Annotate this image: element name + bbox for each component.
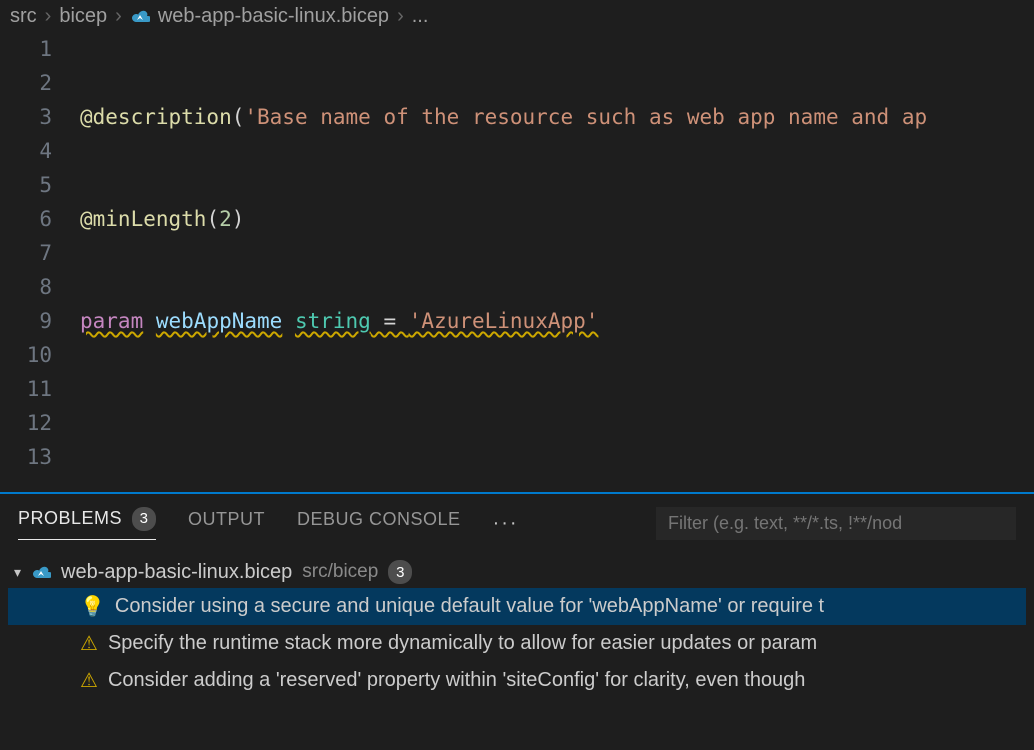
problem-message: Consider adding a 'reserved' property wi… (108, 669, 806, 692)
problem-item[interactable]: ⚠ Consider adding a 'reserved' property … (8, 662, 1026, 699)
problem-file-name: web-app-basic-linux.bicep (61, 561, 292, 584)
warning-icon: ⚠ (80, 631, 98, 656)
bicep-file-icon (31, 562, 51, 582)
tab-debug-console[interactable]: DEBUG CONSOLE (297, 509, 461, 538)
line-number-gutter: 1 2 3 4 5 6 7 8 9 10 11 12 13 (0, 32, 80, 492)
breadcrumb-tail[interactable]: ... (412, 5, 429, 28)
breadcrumb-seg-bicep[interactable]: bicep (59, 5, 107, 28)
breadcrumb-sep-icon: › (115, 5, 122, 28)
problem-item[interactable]: ⚠ Specify the runtime stack more dynamic… (8, 625, 1026, 662)
problem-message: Consider using a secure and unique defau… (115, 595, 824, 618)
problem-message: Specify the runtime stack more dynamical… (108, 632, 817, 655)
bottom-panel: PROBLEMS 3 OUTPUT DEBUG CONSOLE ··· ▾ we… (0, 494, 1034, 699)
problems-filter-input[interactable] (656, 507, 1016, 540)
problem-file-row[interactable]: ▾ web-app-basic-linux.bicep src/bicep 3 (8, 556, 1026, 588)
panel-tabs: PROBLEMS 3 OUTPUT DEBUG CONSOLE ··· (0, 494, 1034, 544)
code-content[interactable]: @description('Base name of the resource … (80, 32, 1034, 492)
breadcrumb[interactable]: src › bicep › web-app-basic-linux.bicep … (0, 0, 1034, 32)
tab-output[interactable]: OUTPUT (188, 509, 265, 538)
problem-file-path: src/bicep (302, 561, 378, 583)
more-tabs-icon[interactable]: ··· (493, 512, 519, 535)
file-problem-count-badge: 3 (388, 560, 412, 584)
bicep-file-icon (130, 6, 150, 26)
warning-icon: ⚠ (80, 668, 98, 693)
chevron-down-icon[interactable]: ▾ (14, 564, 21, 581)
tab-problems[interactable]: PROBLEMS 3 (18, 507, 156, 540)
breadcrumb-seg-file[interactable]: web-app-basic-linux.bicep (158, 5, 389, 28)
problems-count-badge: 3 (132, 507, 156, 531)
breadcrumb-sep-icon: › (45, 5, 52, 28)
lightbulb-icon: 💡 (80, 594, 105, 619)
breadcrumb-seg-src[interactable]: src (10, 5, 37, 28)
problem-item[interactable]: 💡 Consider using a secure and unique def… (8, 588, 1026, 625)
breadcrumb-sep-icon: › (397, 5, 404, 28)
problems-list: ▾ web-app-basic-linux.bicep src/bicep 3 … (0, 544, 1034, 699)
code-editor[interactable]: 1 2 3 4 5 6 7 8 9 10 11 12 13 @descripti… (0, 32, 1034, 492)
